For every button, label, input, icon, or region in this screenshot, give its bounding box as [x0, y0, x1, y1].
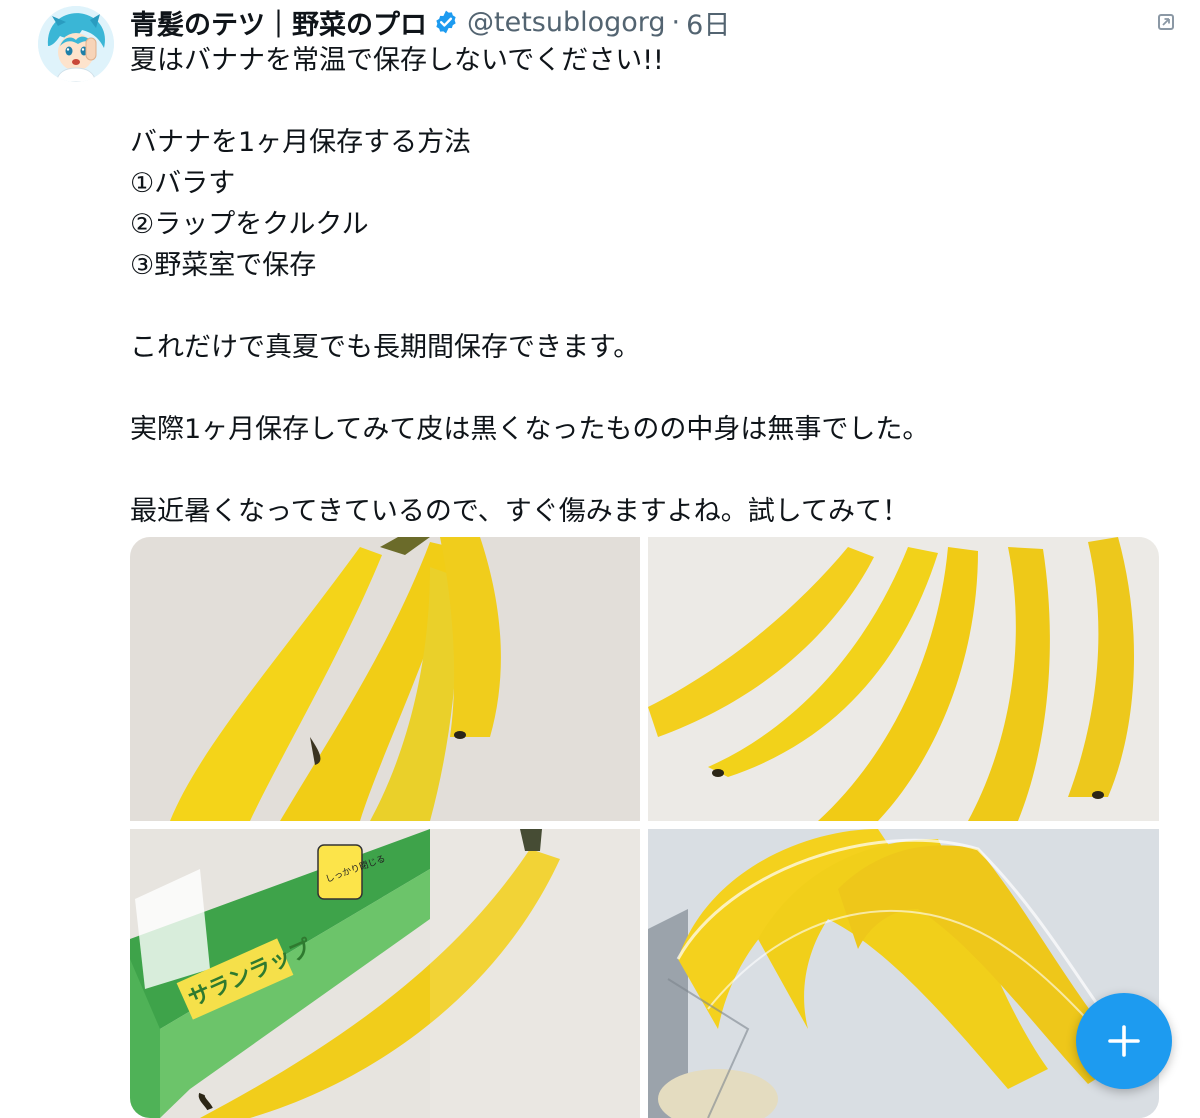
photo-bananas-in-fridge[interactable]: [648, 829, 1159, 1118]
user-handle[interactable]: @tetsublogorg: [467, 7, 666, 38]
compose-button[interactable]: [1076, 993, 1172, 1089]
media-grid: サランラップ しっかり閉じる: [130, 537, 1159, 1118]
tweet-line: 最近暑くなってきているので、すぐ傷みますよね。試してみて！: [130, 496, 909, 527]
tweet-line: 夏はバナナを常温で保存しないでください!!: [130, 45, 664, 76]
tweet-line: ①バラす: [130, 168, 236, 199]
tweet-line: バナナを1ヶ月保存する方法: [130, 127, 472, 158]
tweet-line: これだけで真夏でも長期間保存できます。: [130, 332, 641, 363]
photo-bananas-bunch[interactable]: [130, 537, 640, 821]
tweet-line: [130, 450, 1150, 491]
tweet-line: 実際1ヶ月保存してみて皮は黒くなったものの中身は無事でした。: [130, 414, 930, 445]
tweet-header: 青髪のテツ｜野菜のプロ @tetsublogorg · 6日: [130, 2, 730, 42]
photo-bananas-separated[interactable]: [648, 537, 1159, 821]
tweet-line: ③野菜室で保存: [130, 250, 317, 281]
tweet-text: 夏はバナナを常温で保存しないでください!! バナナを1ヶ月保存する方法 ①バラす…: [130, 40, 1150, 532]
header-separator: ·: [671, 6, 681, 38]
tweet-line: ②ラップをクルクル: [130, 209, 369, 240]
display-name[interactable]: 青髪のテツ｜野菜のプロ: [130, 3, 427, 42]
timestamp[interactable]: 6日: [686, 3, 730, 42]
tweet-line: [130, 286, 1150, 327]
plus-icon: [1108, 1025, 1140, 1057]
tweet-line: [130, 81, 1150, 122]
verified-badge-icon: [433, 9, 459, 35]
tweet-line: [130, 368, 1150, 409]
photo-banana-with-wrap[interactable]: サランラップ しっかり閉じる: [130, 829, 640, 1118]
more-options-icon[interactable]: [1150, 6, 1182, 38]
avatar[interactable]: [38, 6, 114, 82]
tweet: 青髪のテツ｜野菜のプロ @tetsublogorg · 6日 夏はバナナを常温で…: [0, 0, 1200, 1118]
